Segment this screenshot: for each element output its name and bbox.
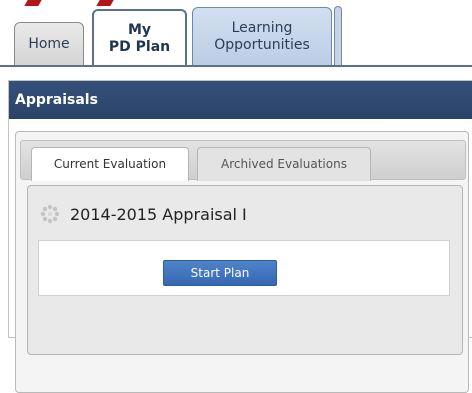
tab-home[interactable]: Home bbox=[14, 22, 84, 66]
nav-underline bbox=[0, 65, 472, 67]
tab-home-label: Home bbox=[28, 36, 70, 52]
tab-next-partial[interactable] bbox=[334, 6, 342, 66]
evaluation-tabs: Current Evaluation Archived Evaluations bbox=[20, 140, 466, 181]
top-navigation: Home My PD Plan Learning Opportunities bbox=[0, 0, 472, 70]
appraisals-panel: Appraisals Current Evaluation Archived E… bbox=[8, 80, 472, 393]
tab-archived-evaluations[interactable]: Archived Evaluations bbox=[197, 147, 371, 181]
tab-my-pd-plan-label-line1: My bbox=[127, 22, 152, 38]
evaluation-actions: Start Plan bbox=[38, 240, 450, 296]
tab-current-evaluation[interactable]: Current Evaluation bbox=[31, 147, 189, 181]
tab-learning-label-line1: Learning bbox=[231, 19, 293, 36]
tab-learning-label-line2: Opportunities bbox=[214, 36, 310, 53]
tab-learning-opportunities[interactable]: Learning Opportunities bbox=[192, 7, 332, 65]
spinner-icon bbox=[40, 204, 60, 224]
start-plan-button[interactable]: Start Plan bbox=[163, 260, 277, 286]
tab-my-pd-plan[interactable]: My PD Plan bbox=[92, 9, 187, 67]
evaluation-card: 2014-2015 Appraisal I Start Plan bbox=[27, 185, 463, 355]
panel-title: Appraisals bbox=[9, 81, 472, 119]
evaluation-title: 2014-2015 Appraisal I bbox=[70, 204, 247, 224]
decorative-red-shape bbox=[96, 0, 114, 6]
tab-my-pd-plan-label-line2: PD Plan bbox=[108, 39, 171, 55]
evaluation-heading: 2014-2015 Appraisal I bbox=[40, 204, 247, 224]
decorative-red-shape bbox=[24, 0, 42, 6]
